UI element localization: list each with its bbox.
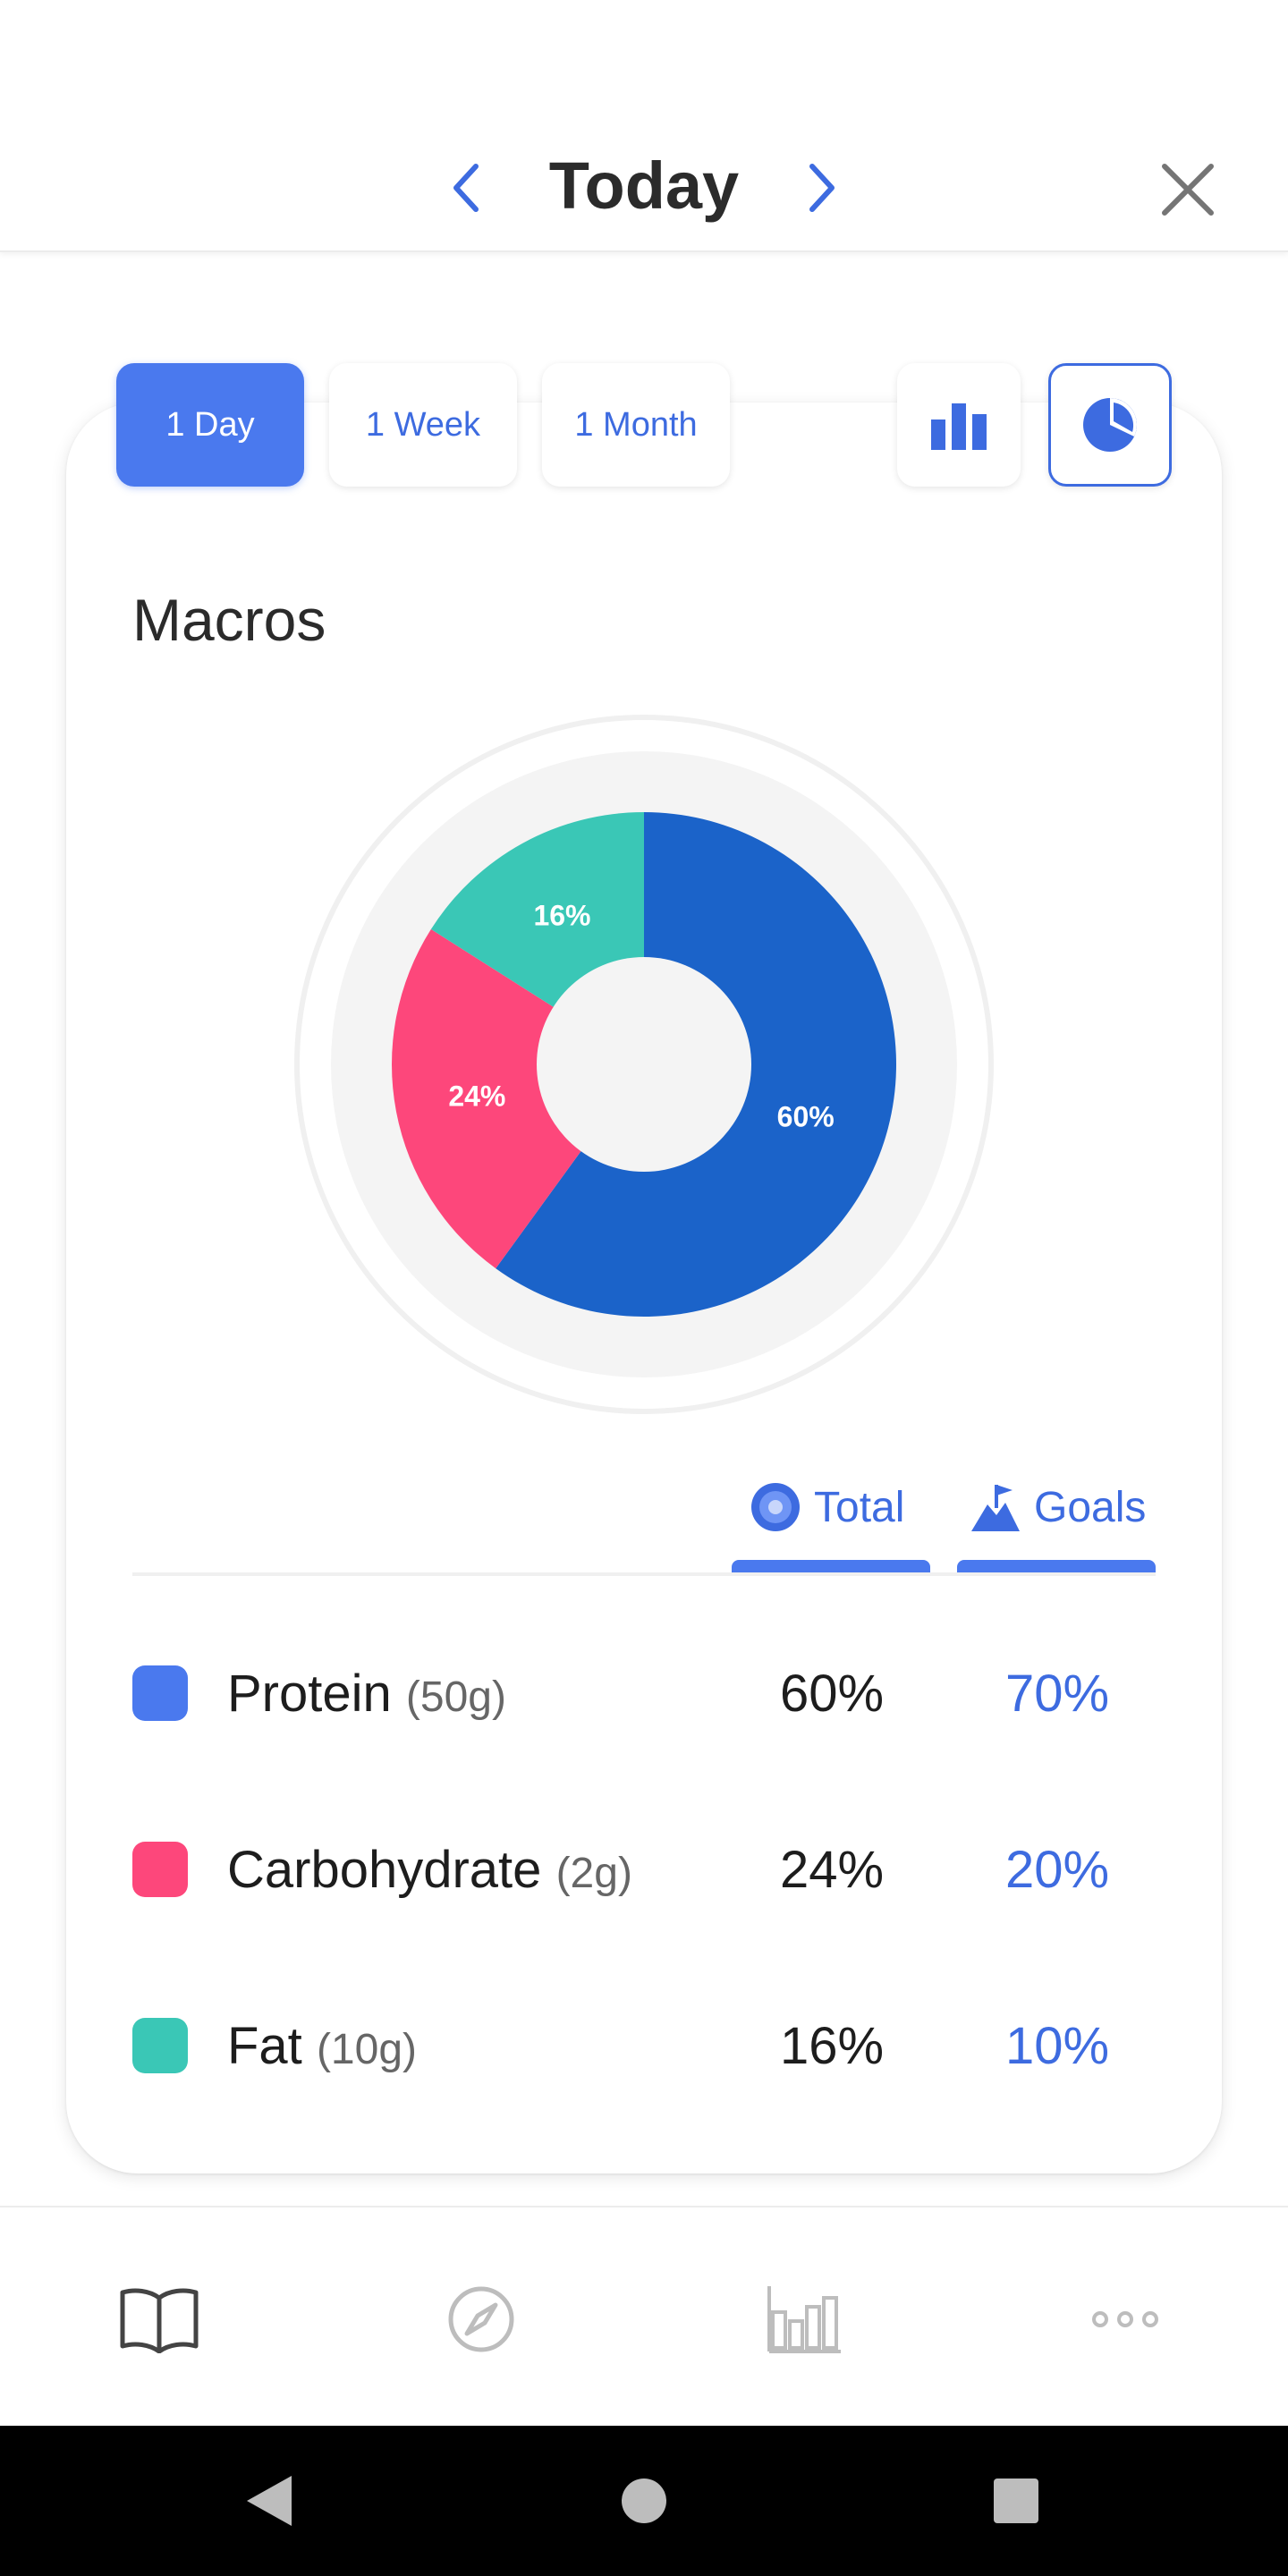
macro-name: Carbohydrate xyxy=(227,1841,542,1899)
macro-amount: (2g) xyxy=(555,1850,632,1897)
section-title: Macros xyxy=(132,587,326,653)
back-icon xyxy=(247,2476,292,2526)
pie-chart-view-button[interactable] xyxy=(1048,363,1172,487)
bar-chart-icon xyxy=(931,403,987,450)
nav-diary[interactable] xyxy=(106,2270,213,2368)
fat-swatch xyxy=(132,2018,188,2073)
macro-amount: (50g) xyxy=(405,1674,506,1721)
macro-label: Fat (10g) xyxy=(227,2016,417,2076)
nav-more[interactable] xyxy=(1072,2270,1179,2368)
macro-goal: 70% xyxy=(1004,1665,1110,1723)
macro-label: Protein (50g) xyxy=(227,1664,506,1724)
tab-total-label: Total xyxy=(814,1483,905,1531)
chevron-right-icon xyxy=(809,164,835,212)
prev-day-button[interactable] xyxy=(429,143,501,233)
macro-name: Protein xyxy=(227,1665,392,1723)
macro-total: 24% xyxy=(779,1841,885,1899)
more-dots-icon xyxy=(1092,2311,1158,2327)
system-back-button[interactable] xyxy=(233,2465,304,2537)
macro-amount: (10g) xyxy=(316,2026,417,2073)
top-header: Today xyxy=(0,0,1288,252)
recents-icon xyxy=(994,2479,1038,2523)
chevron-left-icon xyxy=(453,164,479,212)
close-button[interactable] xyxy=(1150,152,1225,227)
system-home-button[interactable] xyxy=(608,2465,680,2537)
macro-name: Fat xyxy=(227,2017,302,2075)
carbohydrate-swatch xyxy=(132,1842,188,1897)
macro-goal: 10% xyxy=(1004,2017,1110,2075)
macro-goal: 20% xyxy=(1004,1841,1110,1899)
goals-underline xyxy=(957,1560,1156,1572)
macro-row-fat: Fat (10g) 16% 10% xyxy=(0,2004,1288,2093)
next-day-button[interactable] xyxy=(787,143,859,233)
table-divider xyxy=(132,1572,1156,1576)
total-underline xyxy=(732,1560,930,1572)
bar-chart-icon xyxy=(767,2286,841,2353)
tab-goals[interactable]: Goals xyxy=(970,1476,1146,1538)
system-recents-button[interactable] xyxy=(980,2465,1052,2537)
tab-1-month[interactable]: 1 Month xyxy=(542,363,730,487)
system-navigation-bar xyxy=(0,2426,1288,2576)
macro-total: 16% xyxy=(779,2017,885,2075)
target-icon xyxy=(751,1483,800,1531)
home-icon xyxy=(622,2479,666,2523)
tab-1-week[interactable]: 1 Week xyxy=(329,363,517,487)
macro-label: Carbohydrate (2g) xyxy=(227,1840,632,1900)
macro-total: 60% xyxy=(779,1665,885,1723)
chart-center-hole xyxy=(537,957,751,1172)
compass-icon xyxy=(448,2286,514,2352)
nav-progress[interactable] xyxy=(751,2270,859,2368)
donut-label-carbohydrate: 24% xyxy=(448,1080,505,1113)
tab-goals-label: Goals xyxy=(1034,1483,1147,1531)
pie-chart-icon xyxy=(1083,398,1137,452)
mountain-flag-icon xyxy=(971,1485,1020,1531)
bar-chart-view-button[interactable] xyxy=(897,363,1021,487)
close-icon xyxy=(1162,164,1214,216)
nav-discover[interactable] xyxy=(428,2270,535,2368)
donut-label-fat: 16% xyxy=(533,900,590,932)
book-icon xyxy=(120,2288,199,2353)
macro-row-protein: Protein (50g) 60% 70% xyxy=(0,1651,1288,1741)
donut-label-protein: 60% xyxy=(777,1101,835,1133)
tab-total[interactable]: Total xyxy=(750,1476,904,1538)
tab-1-day[interactable]: 1 Day xyxy=(116,363,304,487)
macro-row-carbohydrate: Carbohydrate (2g) 24% 20% xyxy=(0,1827,1288,1917)
protein-swatch xyxy=(132,1665,188,1721)
bottom-navigation xyxy=(0,2206,1288,2428)
page-title: Today xyxy=(548,148,740,223)
macros-donut-chart: 60% 24% 16% xyxy=(294,715,994,1414)
